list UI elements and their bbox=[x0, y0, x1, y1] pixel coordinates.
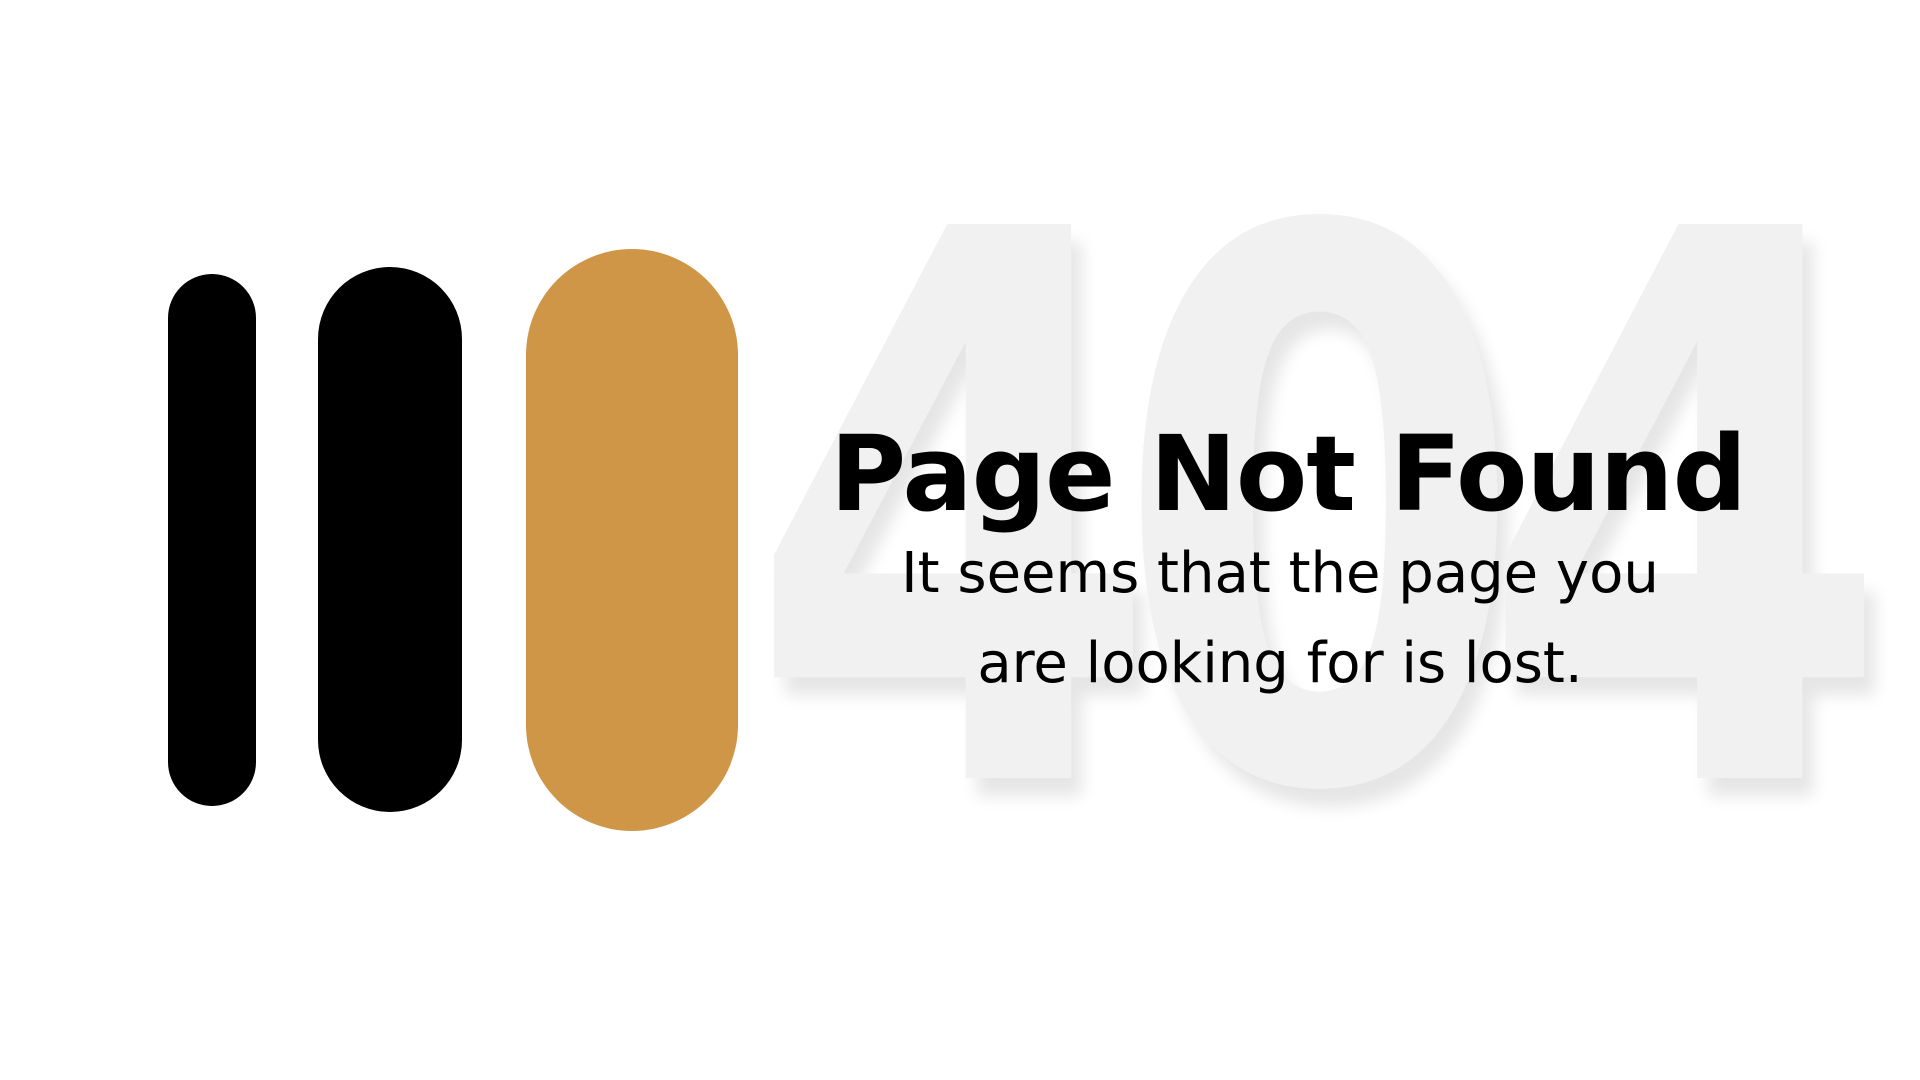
error-description-line-1: It seems that the page you bbox=[901, 541, 1659, 607]
error-description-line-2: are looking for is lost. bbox=[977, 631, 1583, 697]
logo-pill-small bbox=[168, 274, 256, 806]
logo-pill-medium bbox=[318, 267, 462, 812]
error-page: 404 Page Not Found It seems that the pag… bbox=[0, 0, 1920, 1080]
error-description: It seems that the page you are looking f… bbox=[830, 529, 1730, 709]
error-message: Page Not Found It seems that the page yo… bbox=[830, 413, 1747, 709]
page-title: Page Not Found bbox=[830, 413, 1747, 535]
logo-pill-accent bbox=[526, 249, 738, 831]
